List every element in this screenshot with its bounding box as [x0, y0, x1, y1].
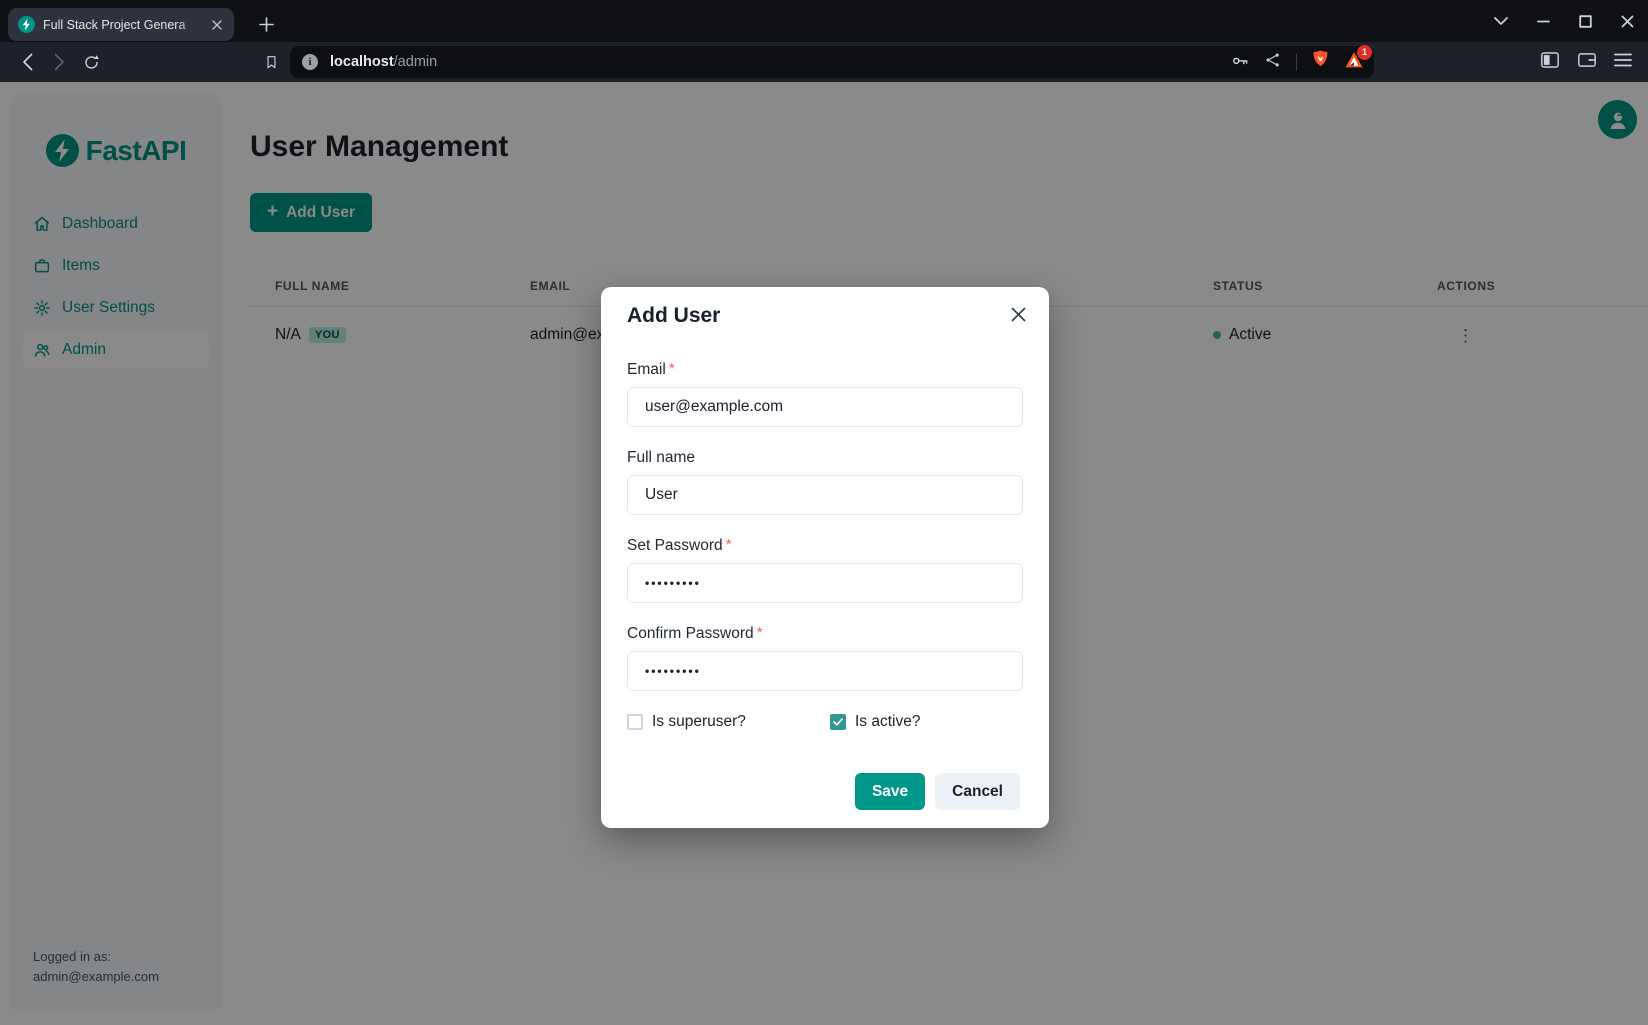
url-bar[interactable]: i localhost/admin: [290, 46, 1374, 78]
tab-search-chevron-icon[interactable]: [1486, 6, 1516, 36]
minimize-icon[interactable]: [1528, 6, 1558, 36]
reload-icon[interactable]: [78, 49, 104, 75]
toolbar-separator: [1296, 54, 1297, 71]
full-name-label: Full name: [627, 448, 1023, 467]
fastapi-favicon-icon: [18, 16, 35, 33]
set-password-label: Set Password*: [627, 536, 1023, 555]
url-path: /admin: [394, 54, 438, 70]
tab-bar: Full Stack Project Genera: [0, 0, 1648, 42]
required-marker: *: [757, 625, 763, 642]
full-name-field[interactable]: [627, 475, 1023, 515]
is-active-label: Is active?: [855, 713, 920, 731]
bookmark-icon[interactable]: [258, 49, 284, 75]
wallet-icon[interactable]: [1577, 51, 1597, 74]
set-password-field[interactable]: [627, 563, 1023, 603]
is-active-checkbox[interactable]: Is active?: [830, 713, 920, 731]
notification-badge: 1: [1357, 45, 1372, 60]
url-text[interactable]: localhost/admin: [330, 54, 1230, 70]
email-field[interactable]: [627, 387, 1023, 427]
is-superuser-label: Is superuser?: [652, 713, 746, 731]
window-close-icon[interactable]: [1612, 6, 1642, 36]
required-marker: *: [669, 361, 675, 378]
key-icon[interactable]: [1230, 50, 1250, 75]
sidebar-toggle-icon[interactable]: [1540, 51, 1560, 74]
cancel-button[interactable]: Cancel: [935, 773, 1020, 810]
save-button[interactable]: Save: [855, 773, 925, 810]
required-marker: *: [726, 537, 732, 554]
maximize-icon[interactable]: [1570, 6, 1600, 36]
is-superuser-checkbox[interactable]: Is superuser?: [627, 713, 830, 731]
tab-close-icon[interactable]: [208, 16, 226, 34]
brave-shield-icon[interactable]: [1311, 49, 1330, 75]
url-host: localhost: [330, 54, 394, 70]
window-controls: [1486, 0, 1642, 42]
new-tab-icon[interactable]: [252, 10, 280, 38]
add-user-modal: Add User Email* Full name Set Password* …: [601, 287, 1049, 828]
menu-icon[interactable]: [1614, 53, 1632, 72]
page-viewport: FastAPI Dashboard Items: [0, 82, 1648, 1025]
checkbox-row: Is superuser? Is active?: [627, 713, 1023, 731]
back-icon[interactable]: [14, 49, 40, 75]
email-label: Email*: [627, 360, 1023, 379]
confirm-password-label: Confirm Password*: [627, 624, 1023, 643]
checkbox-checked-icon[interactable]: [830, 714, 846, 730]
modal-buttons: Save Cancel: [627, 773, 1023, 810]
modal-title: Add User: [627, 303, 1023, 329]
browser-tab[interactable]: Full Stack Project Genera: [8, 8, 234, 41]
forward-icon[interactable]: [46, 49, 72, 75]
browser-toolbar: i localhost/admin: [0, 42, 1648, 82]
confirm-password-field[interactable]: [627, 651, 1023, 691]
checkbox-unchecked-icon[interactable]: [627, 714, 643, 730]
tab-title: Full Stack Project Genera: [43, 18, 208, 32]
share-icon[interactable]: [1264, 51, 1282, 74]
site-info-icon[interactable]: i: [302, 54, 318, 70]
close-icon[interactable]: [1007, 303, 1029, 325]
brave-rewards-icon[interactable]: 1: [1344, 51, 1364, 74]
